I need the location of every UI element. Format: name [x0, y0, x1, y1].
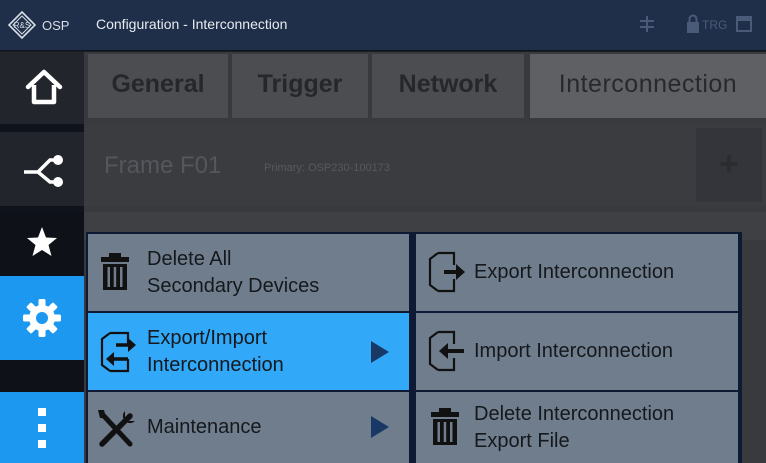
menu-item-label: Delete Interconnection Export File [474, 403, 675, 452]
menu-item-label: Export/Import Interconnection [147, 327, 284, 376]
tab-interconnection[interactable]: Interconnection [530, 54, 766, 118]
tab-network[interactable]: Network [372, 54, 524, 118]
add-button[interactable]: + [696, 128, 762, 202]
tab-general[interactable]: General [88, 54, 228, 118]
rs-logo-icon: R&S [8, 11, 36, 39]
frame-row: Frame F01 Primary: OSP230-100173 + [84, 124, 766, 206]
menu-item-maintenance[interactable]: Maintenance [88, 392, 409, 463]
export-icon [428, 251, 465, 293]
sidebar-item-configuration[interactable] [0, 276, 84, 360]
menu-item-export-interconnection[interactable]: Export Interconnection [416, 234, 738, 311]
sidebar-item-more[interactable] [0, 392, 84, 463]
more-vertical-icon [38, 408, 46, 448]
menu-item-label: Delete All Secondary Devices [147, 248, 320, 297]
tab-trigger[interactable]: Trigger [232, 54, 368, 118]
sidebar-item-network[interactable] [0, 132, 84, 206]
submenu-arrow-icon [371, 341, 389, 363]
lock-icon [686, 14, 700, 37]
menu-item-export-import[interactable]: Export/Import Interconnection [88, 313, 409, 390]
menu-item-label: Maintenance [147, 416, 262, 438]
interconnect-status-icon [638, 14, 656, 37]
screen: R&S OSP Configuration - Interconnection … [0, 0, 766, 463]
menu-item-delete-all-secondary[interactable]: Delete All Secondary Devices [88, 234, 409, 311]
gear-icon [23, 299, 61, 337]
star-icon [27, 227, 57, 256]
sidebar-item-favorites[interactable] [0, 212, 84, 276]
submenu-arrow-icon [371, 416, 389, 438]
app-name: OSP [42, 18, 70, 33]
menu-item-label: Export Interconnection [474, 261, 675, 283]
menu-item-label: Import Interconnection [474, 340, 673, 362]
network-icon [24, 155, 63, 187]
trash-icon [101, 253, 129, 290]
frame-primary-device: Primary: OSP230-100173 [264, 162, 390, 174]
popup-menu: Delete All Secondary Devices Export/Impo… [86, 232, 742, 463]
tools-icon [98, 410, 135, 447]
frame-title: Frame F01 [104, 152, 222, 179]
rs-logo-mark: R&S [14, 21, 30, 30]
export-import-icon [100, 331, 136, 373]
import-icon [428, 330, 464, 372]
trigger-status-label: TRG [702, 18, 728, 32]
osp-logo[interactable]: R&S OSP [8, 11, 84, 39]
trash-icon [431, 408, 459, 445]
menu-item-delete-export-file[interactable]: Delete Interconnection Export File [416, 392, 738, 463]
title-bar: R&S OSP Configuration - Interconnection … [0, 0, 766, 51]
page-title: Configuration - Interconnection [96, 16, 288, 32]
home-icon [25, 69, 63, 105]
sidebar-item-home[interactable] [0, 52, 84, 124]
window-icon [736, 14, 752, 37]
sidebar [0, 52, 84, 463]
status-area: TRG [638, 14, 758, 36]
menu-item-import-interconnection[interactable]: Import Interconnection [416, 313, 738, 390]
sidebar-spacer [0, 360, 84, 392]
